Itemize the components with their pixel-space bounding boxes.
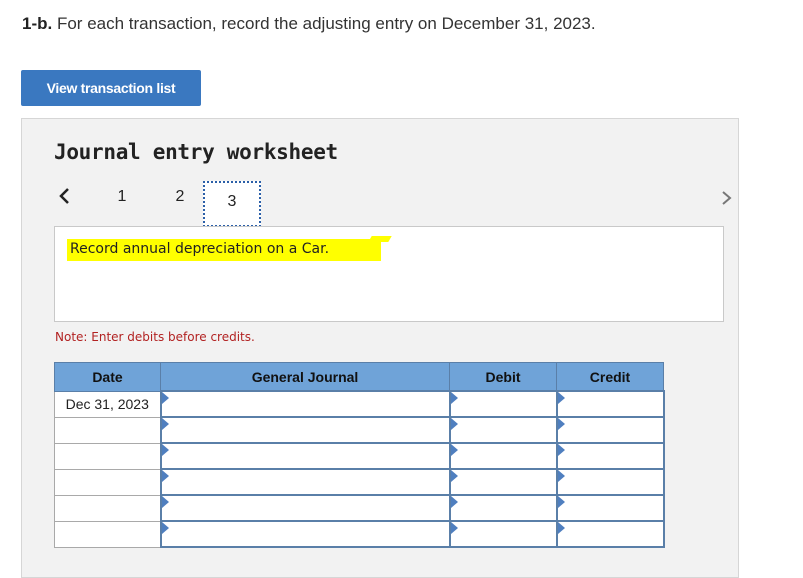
debit-input[interactable] bbox=[448, 442, 558, 470]
page-3-button-current[interactable]: 3 bbox=[203, 181, 261, 227]
account-input[interactable] bbox=[159, 442, 451, 470]
date-cell bbox=[54, 494, 161, 522]
date-cell bbox=[54, 468, 161, 496]
debit-input[interactable] bbox=[448, 494, 558, 522]
debit-input[interactable] bbox=[448, 520, 558, 548]
cell-marker-icon bbox=[161, 496, 169, 508]
transaction-description-box: Record annual depreciation on a Car. bbox=[54, 226, 724, 322]
account-input[interactable] bbox=[159, 520, 451, 548]
cell-marker-icon bbox=[557, 522, 565, 534]
cell-marker-icon bbox=[557, 496, 565, 508]
account-input[interactable] bbox=[159, 390, 451, 418]
chevron-left-icon[interactable] bbox=[55, 185, 75, 207]
table-row bbox=[54, 416, 665, 444]
date-cell: Dec 31, 2023 bbox=[54, 390, 161, 418]
cell-marker-icon bbox=[161, 418, 169, 430]
question-label: 1-b. bbox=[22, 14, 53, 33]
table-row bbox=[54, 468, 665, 496]
table-row bbox=[54, 520, 665, 548]
debit-input[interactable] bbox=[448, 416, 558, 444]
chevron-right-icon[interactable] bbox=[719, 187, 735, 209]
journal-entry-worksheet: Journal entry worksheet 1 2 3 Record ann… bbox=[21, 118, 739, 578]
credit-input[interactable] bbox=[555, 442, 665, 470]
cell-marker-icon bbox=[161, 470, 169, 482]
date-cell bbox=[54, 520, 161, 548]
worksheet-title: Journal entry worksheet bbox=[54, 140, 338, 164]
credit-input[interactable] bbox=[555, 520, 665, 548]
cell-marker-icon bbox=[161, 392, 169, 404]
question-text: For each transaction, record the adjusti… bbox=[56, 14, 596, 33]
table-row bbox=[54, 442, 665, 470]
general-journal-column-header: General Journal bbox=[160, 362, 450, 392]
table-row bbox=[54, 494, 665, 522]
page-1-button[interactable]: 1 bbox=[112, 188, 132, 206]
debit-input[interactable] bbox=[448, 468, 558, 496]
cell-marker-icon bbox=[557, 392, 565, 404]
view-transaction-list-button[interactable]: View transaction list bbox=[21, 70, 201, 106]
credit-input[interactable] bbox=[555, 494, 665, 522]
cell-marker-icon bbox=[450, 496, 458, 508]
table-header-row: Date General Journal Debit Credit bbox=[54, 362, 664, 392]
debit-input[interactable] bbox=[448, 390, 558, 418]
cell-marker-icon bbox=[450, 418, 458, 430]
account-input[interactable] bbox=[159, 468, 451, 496]
debit-credit-note: Note: Enter debits before credits. bbox=[55, 330, 255, 344]
instruction-text: 1-b. For each transaction, record the ad… bbox=[22, 14, 596, 34]
date-cell bbox=[54, 416, 161, 444]
cell-marker-icon bbox=[450, 522, 458, 534]
journal-entry-table: Date General Journal Debit Credit Dec 31… bbox=[54, 362, 665, 548]
credit-input[interactable] bbox=[555, 390, 665, 418]
cell-marker-icon bbox=[557, 444, 565, 456]
date-cell bbox=[54, 442, 161, 470]
account-input[interactable] bbox=[159, 494, 451, 522]
cell-marker-icon bbox=[557, 418, 565, 430]
table-row: Dec 31, 2023 bbox=[54, 390, 665, 418]
cell-marker-icon bbox=[161, 444, 169, 456]
cell-marker-icon bbox=[557, 470, 565, 482]
credit-input[interactable] bbox=[555, 468, 665, 496]
transaction-description: Record annual depreciation on a Car. bbox=[67, 239, 382, 261]
page-2-button[interactable]: 2 bbox=[170, 188, 190, 206]
date-column-header: Date bbox=[54, 362, 161, 392]
cell-marker-icon bbox=[161, 522, 169, 534]
credit-column-header: Credit bbox=[556, 362, 664, 392]
credit-input[interactable] bbox=[555, 416, 665, 444]
account-input[interactable] bbox=[159, 416, 451, 444]
cell-marker-icon bbox=[450, 392, 458, 404]
cell-marker-icon bbox=[450, 470, 458, 482]
debit-column-header: Debit bbox=[449, 362, 557, 392]
cell-marker-icon bbox=[450, 444, 458, 456]
